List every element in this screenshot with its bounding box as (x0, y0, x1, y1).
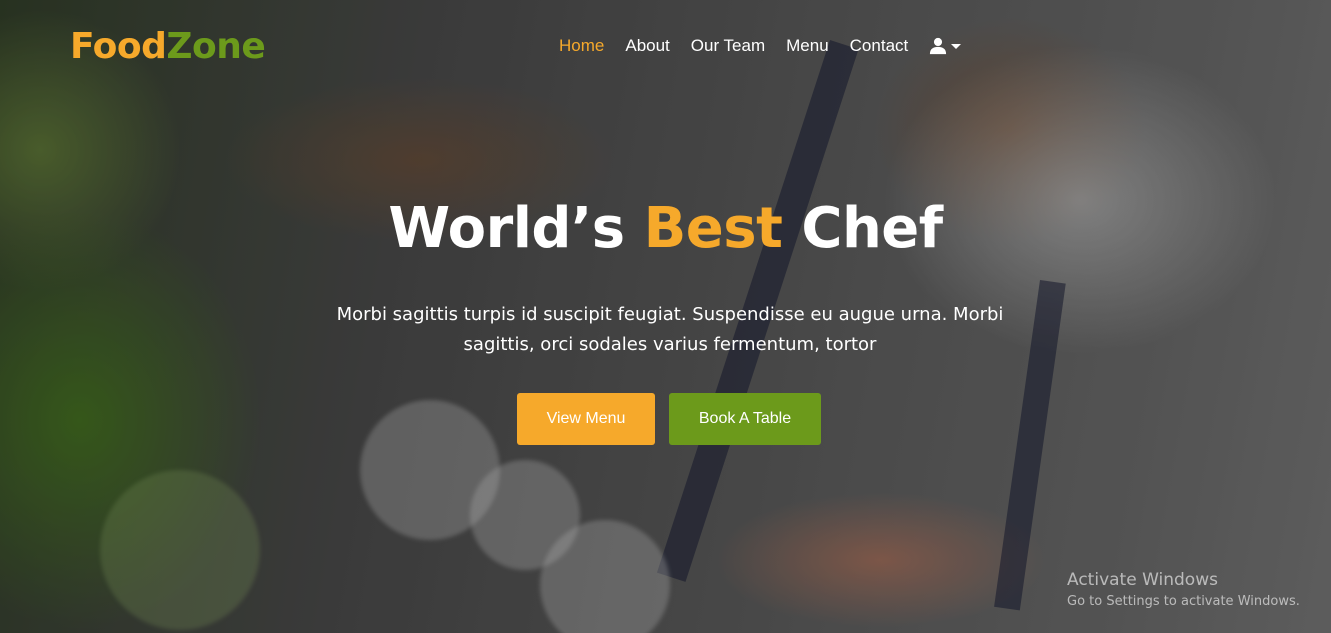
user-menu-toggle[interactable] (929, 37, 962, 55)
view-menu-button[interactable]: View Menu (517, 393, 655, 445)
hero-title-part: Chef (782, 196, 943, 261)
chevron-down-icon (951, 43, 962, 49)
brand-part-food: Food (70, 26, 167, 67)
hero-subtitle: Morbi sagittis turpis id suscipit feugia… (336, 304, 1004, 355)
hero-title-part: World’s (388, 196, 644, 261)
watermark-title: Activate Windows (1067, 570, 1218, 590)
navbar: FoodZone Home About Our Team Menu Contac… (0, 0, 1331, 96)
hero-title: World’s Best Chef (0, 196, 1331, 261)
nav-item-contact[interactable]: Contact (850, 36, 909, 56)
hero-title-highlight: Best (643, 196, 783, 261)
nav-item-our-team[interactable]: Our Team (691, 36, 765, 56)
book-table-button[interactable]: Book A Table (669, 393, 821, 445)
user-icon (930, 37, 947, 55)
hero-section: FoodZone Home About Our Team Menu Contac… (0, 0, 1331, 633)
nav-item-menu[interactable]: Menu (786, 36, 829, 56)
brand-logo[interactable]: FoodZone (70, 26, 266, 67)
watermark-subtitle: Go to Settings to activate Windows. (1067, 594, 1300, 609)
nav-item-home[interactable]: Home (559, 36, 604, 56)
main-nav: Home About Our Team Menu Contact (559, 36, 962, 56)
nav-item-about[interactable]: About (625, 36, 669, 56)
brand-part-zone: Zone (166, 26, 266, 67)
windows-activation-watermark: Activate Windows Go to Settings to activ… (1067, 570, 1300, 609)
